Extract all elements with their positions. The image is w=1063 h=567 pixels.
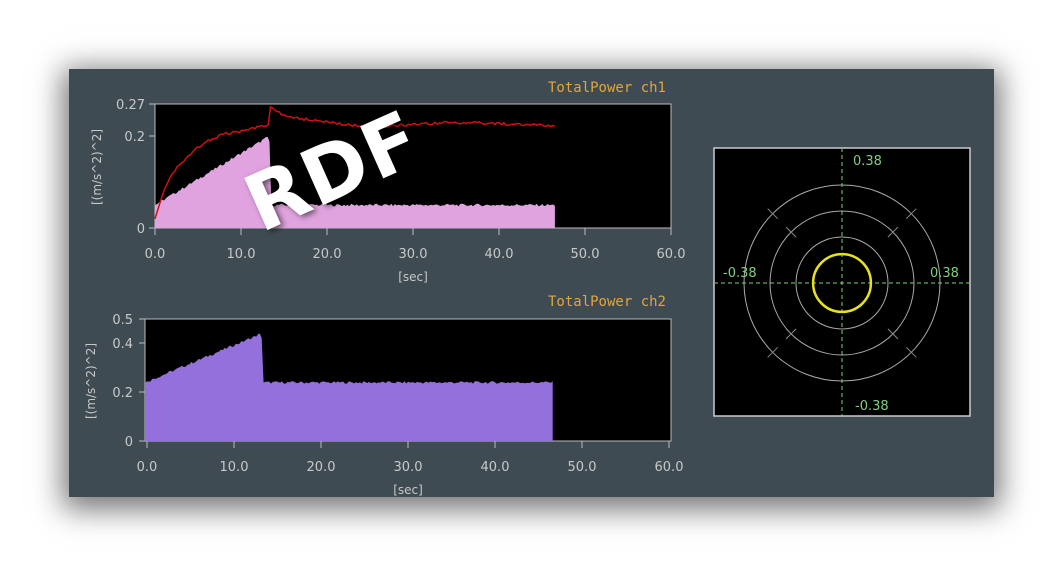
chart-ch2-xlabel: [sec] [393,483,423,497]
chart-ch2-ylabel: [(m/s^2)^2] [84,343,98,419]
analysis-panel: TotalPower ch1 0.27 0.2 0 [(m/s^2)^2] 0.… [69,69,994,497]
polar-label-top: 0.38 [853,154,882,169]
chart-ch2-ytick-0.2: 0.2 [112,386,133,401]
chart-ch2-xtick-10: 10.0 [220,460,249,475]
chart-ch2: TotalPower ch2 0.5 0.4 0.2 0 [(m/s^2)^2]… [84,294,683,497]
chart-ch1-ylabel: [(m/s^2)^2] [90,129,104,205]
polar-label-left: -0.38 [723,266,757,281]
chart-ch2-ytick-0.4: 0.4 [112,337,133,352]
chart-ch1-xtick-40: 40.0 [485,247,514,262]
chart-ch1-xlabel: [sec] [398,270,428,284]
chart-ch2-title: TotalPower ch2 [548,294,666,310]
chart-ch1-xtick-60: 60.0 [657,247,686,262]
chart-ch2-xtick-20: 20.0 [307,460,336,475]
chart-ch1-title: TotalPower ch1 [548,80,666,96]
scene: TotalPower ch1 0.27 0.2 0 [(m/s^2)^2] 0.… [84,80,971,497]
chart-ch1-xtick-30: 30.0 [399,247,428,262]
chart-ch1-ytick-0.27: 0.27 [116,98,145,113]
chart-ch2-xtick-50: 50.0 [568,460,597,475]
chart-ch2-xtick-60: 60.0 [655,460,684,475]
polar-plot: 0.38 -0.38 -0.38 0.38 [713,147,971,417]
chart-ch1-xtick-20: 20.0 [313,247,342,262]
chart-ch2-ytick-0.5: 0.5 [112,313,133,328]
chart-ch1-xaxis: 0.0 10.0 20.0 30.0 40.0 50.0 60.0 [145,228,686,262]
chart-ch2-ytick-0: 0 [125,435,133,450]
chart-ch1-xtick-10: 10.0 [227,247,256,262]
polar-label-bottom: -0.38 [855,399,889,414]
chart-ch2-xtick-0: 0.0 [137,460,158,475]
chart-ch2-xtick-40: 40.0 [481,460,510,475]
chart-ch1-ytick-0: 0 [137,222,145,237]
chart-ch1-xtick-0: 0.0 [145,247,166,262]
chart-ch1-ytick-0.2: 0.2 [124,130,145,145]
chart-ch2-xtick-30: 30.0 [394,460,423,475]
polar-label-right: 0.38 [930,266,959,281]
chart-ch2-xaxis: 0.0 10.0 20.0 30.0 40.0 50.0 60.0 [137,441,684,475]
chart-ch1-xtick-50: 50.0 [571,247,600,262]
